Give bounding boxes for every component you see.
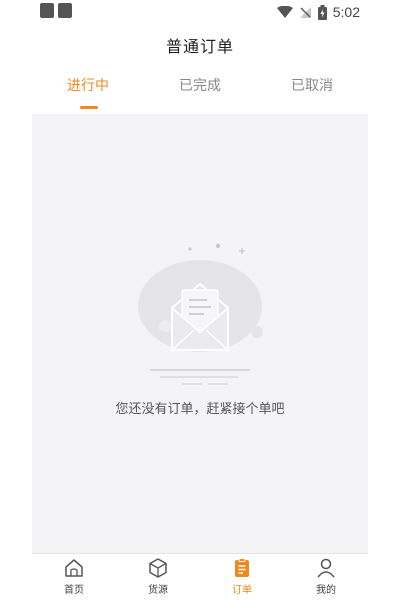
- nav-label: 货源: [148, 585, 168, 596]
- tab-label: 已取消: [291, 78, 333, 94]
- user-icon: [317, 558, 335, 578]
- nav-item-home[interactable]: 首页: [32, 557, 116, 599]
- tab-label: 进行中: [67, 78, 109, 94]
- wifi-icon: [276, 5, 293, 18]
- no-signal-icon: [299, 6, 311, 18]
- tab-completed[interactable]: 已完成: [144, 64, 256, 114]
- clipboard-icon: [235, 558, 249, 577]
- empty-state-message: 您还没有订单，赶紧接个单吧: [115, 402, 285, 417]
- notification-square-icon: [58, 3, 72, 18]
- tab-label: 已完成: [179, 78, 221, 94]
- home-icon: [65, 559, 83, 577]
- status-bar: 5:02: [32, 0, 368, 26]
- nav-label: 首页: [64, 585, 84, 596]
- battery-icon: [317, 4, 327, 20]
- empty-mail-icon: [138, 243, 263, 385]
- page-header: 普通订单: [32, 26, 368, 64]
- tab-cancelled[interactable]: 已取消: [256, 64, 368, 114]
- nav-item-orders[interactable]: 订单: [200, 557, 284, 599]
- cube-icon: [149, 558, 167, 578]
- active-tab-indicator: [80, 106, 98, 109]
- status-time: 5:02: [332, 4, 360, 20]
- bottom-nav: 首页 货源 订单 我的: [32, 553, 368, 600]
- nav-item-mine[interactable]: 我的: [284, 557, 368, 599]
- nav-item-cargo[interactable]: 货源: [116, 557, 200, 599]
- phone-screen: 5:02 普通订单 进行中 已完成 已取消 您还没有订单，赶紧接个单吧 首页 货…: [32, 0, 368, 600]
- page-title: 普通订单: [165, 37, 234, 56]
- notification-square-icon: [40, 3, 54, 18]
- nav-label: 我的: [316, 585, 336, 596]
- nav-label: 订单: [232, 585, 252, 596]
- order-tabs: 进行中 已完成 已取消: [32, 64, 368, 114]
- tab-in-progress[interactable]: 进行中: [32, 64, 144, 114]
